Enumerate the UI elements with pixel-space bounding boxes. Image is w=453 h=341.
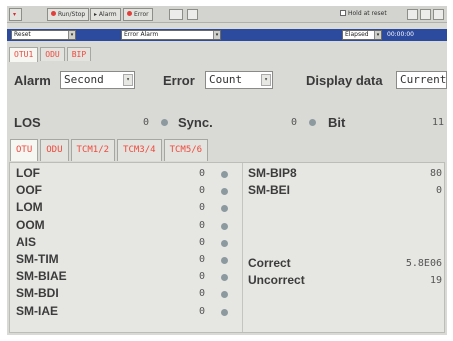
alarm-row-count: 0 [198,168,205,179]
chevron-down-icon: ▾ [68,31,75,39]
alarm-led-icon [221,188,228,196]
los-label: LOS [14,115,41,130]
error-row-count: 0 [435,185,442,197]
print-icon[interactable] [169,9,183,20]
chevron-down-icon: ▾ [374,31,381,39]
column-divider [242,163,243,332]
alarm-led-icon [221,274,228,282]
los-count: 0 [142,117,149,128]
fec-row-count: 19 [429,275,442,287]
tab-tcm56[interactable]: TCM5/6 [163,139,209,161]
alarm-led-icon [221,171,228,178]
analyzer-window: ▾ Run/Stop ▸ Alarm Error Hold at reset R… [7,6,447,335]
tab-odu[interactable]: ODU [40,47,65,61]
run-indicator-icon [51,11,56,16]
alarm-row-label: LOF [16,166,40,180]
checkbox-icon [340,10,346,16]
alarm-row-count: 0 [198,305,205,317]
bit-label: Bit [328,115,346,130]
alarm-row-count: 0 [198,254,205,265]
alarm-row-label: SM-IAE [16,303,58,318]
fec-row-label: Uncorrect [248,273,305,288]
alarm-row-label: SM-TIM [16,252,59,266]
alarm-row-count: 0 [198,288,205,300]
alarm-row-count: 0 [198,219,205,231]
alarm-select[interactable]: Second ▾ [60,71,135,89]
save-icon[interactable] [187,9,198,20]
error-row-label: SM-BIP8 [248,166,297,180]
chevron-down-icon: ▾ [213,31,220,39]
window-icon-3[interactable] [433,9,444,20]
top-tabs: OTU1 ODU BIP [9,47,93,62]
alarm-row-label: OOF [16,183,42,198]
error-button[interactable]: Error [123,8,153,21]
error-row-label: SM-BEI [248,183,290,198]
alarm-row-label: AIS [16,234,37,249]
chevron-down-icon: ▾ [123,74,133,86]
tab-otu1[interactable]: OTU1 [9,47,39,62]
reset-select[interactable]: Reset ▾ [11,30,76,40]
alarm-row-label: LOM [16,200,43,215]
tab-tcm34[interactable]: TCM3/4 [117,139,162,161]
otu-results-panel: LOF 0 OOF 0 LOM 0 OOM 0 AIS 0 SM-TIM 0 SM-BIAE 0 SM-BD… [9,162,445,333]
main-panel: Alarm Second ▾ Error Count ▾ Display data … [7,62,447,335]
fec-row-count: 5.8E06 [405,258,442,269]
layer-tabs: OTU ODU TCM1/2 TCM3/4 TCM5/6 [10,139,210,161]
sync-indicator-icon [309,119,316,126]
tab-bip[interactable]: BIP [66,47,92,61]
hold-at-reset-checkbox[interactable]: Hold at reset [337,8,390,21]
error-alarm-select[interactable]: Error Alarm ▾ [121,30,221,40]
window-icon-1[interactable] [407,9,418,20]
alarm-row-label: SM-BDI [16,286,59,301]
error-label: Error [163,73,195,88]
display-data-label: Display data [306,73,383,88]
alarm-button[interactable]: ▸ Alarm [90,8,121,21]
alarm-led-icon [221,291,228,299]
alarm-row-count: 0 [198,271,205,283]
fec-row-label: Correct [248,256,291,270]
tab-tcm12[interactable]: TCM1/2 [70,139,116,161]
elapsed-select[interactable]: Elapsed ▾ [342,30,382,40]
sync-count: 0 [290,117,297,128]
alarm-led-icon [221,257,228,264]
run-stop-button[interactable]: Run/Stop [47,8,90,21]
alarm-led-icon [221,205,228,213]
error-row-count: 80 [429,168,442,179]
error-indicator-icon [127,11,132,16]
alarm-row-label: SM-BIAE [16,269,67,284]
alarm-row-label: OOM [16,217,45,232]
los-indicator-icon [161,119,168,126]
alarm-row-count: 0 [198,185,205,197]
alarm-row-count: 0 [198,236,205,248]
alarm-led-icon [221,239,228,247]
elapsed-time: 00:00:00 [387,31,414,38]
alarm-led-icon [221,222,228,230]
alarm-row-count: 0 [198,202,205,214]
menu-button[interactable]: ▾ [9,8,22,21]
alarm-led-icon [221,308,228,316]
chevron-down-icon: ▾ [261,74,271,86]
display-data-select[interactable]: Current [396,71,447,89]
toolbar: ▾ Run/Stop ▸ Alarm Error Hold at reset [7,6,447,23]
tab-odu[interactable]: ODU [40,139,69,161]
sync-label: Sync. [178,115,213,130]
error-select[interactable]: Count ▾ [205,71,273,89]
control-bar: Reset ▾ Error Alarm ▾ Elapsed ▾ 00:00:00 [7,29,447,41]
alarm-label: Alarm [14,73,51,88]
tab-otu[interactable]: OTU [10,139,39,161]
window-icon-2[interactable] [420,9,431,20]
bit-count: 11 [431,117,444,128]
